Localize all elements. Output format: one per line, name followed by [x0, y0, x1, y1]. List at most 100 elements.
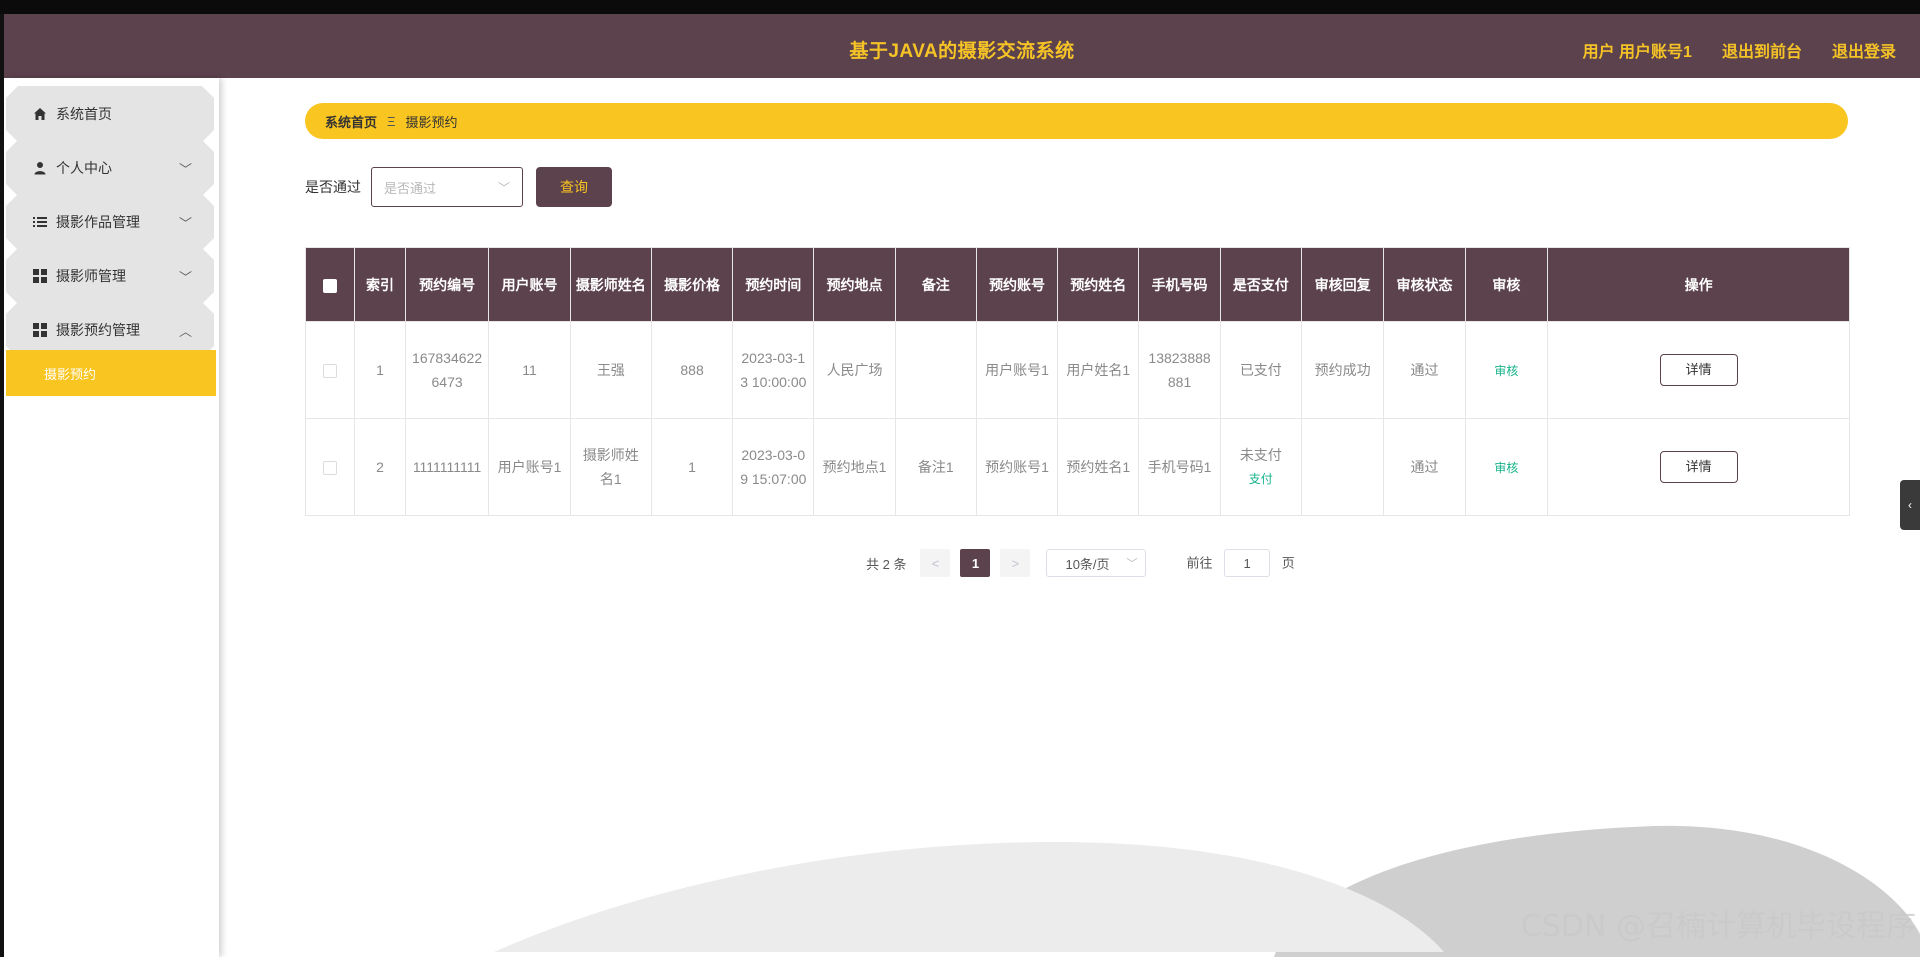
select-placeholder: 是否通过 [384, 180, 437, 196]
page-size-value: 10条/页 [1065, 556, 1110, 572]
column-header: 是否支付 [1219, 247, 1302, 322]
back-to-frontend-link[interactable]: 退出到前台 [1722, 38, 1802, 62]
approval-filter-select[interactable]: 是否通过 ﹀ [371, 167, 523, 207]
page-suffix: 页 [1281, 555, 1295, 571]
payment-status: 未支付 [1239, 447, 1282, 463]
column-header: 备注 [894, 247, 977, 322]
cell-price: 888 [650, 321, 734, 419]
cell-order-no: 1678346226473 [404, 321, 490, 419]
booking-table: 索引 预约编号 用户账号 摄影师姓名 摄影价格 预约时间 预约地点 备注 预约账… [304, 247, 1850, 516]
column-header: 手机号码 [1138, 247, 1221, 322]
header-links: 用户 用户账号1 退出到前台 退出登录 [1583, 38, 1896, 62]
column-header: 审核状态 [1383, 247, 1466, 322]
column-header: 预约编号 [404, 247, 490, 322]
logout-link[interactable]: 退出登录 [1832, 38, 1896, 62]
cell-book-name: 预约姓名1 [1057, 418, 1140, 516]
side-collapse-tab[interactable]: ‹ [1900, 480, 1920, 530]
goto-label: 前往 [1186, 555, 1213, 571]
prev-page-button[interactable]: < [920, 549, 951, 577]
sidebar-subitem-booking[interactable]: 摄影预约 [6, 350, 216, 396]
sidebar-item-label: 摄影师管理 [56, 268, 126, 284]
chevron-down-icon: ﹀ [1126, 558, 1138, 570]
cell-phone: 手机号码1 [1138, 418, 1221, 516]
cell-photographer: 摄影师姓名1 [569, 418, 652, 516]
cell-status: 通过 [1383, 321, 1466, 419]
window-top-strip [0, 0, 1920, 46]
row-select-cell[interactable] [304, 418, 356, 516]
cell-user-account: 11 [488, 321, 571, 419]
query-button[interactable]: 查询 [536, 167, 612, 207]
goto-page-input[interactable] [1224, 549, 1271, 577]
sidebar-item-label: 个人中心 [56, 160, 112, 176]
cell-reply: 预约成功 [1300, 321, 1385, 419]
cell-paid: 已支付 [1219, 321, 1302, 419]
cell-time: 2023-03-09 15:07:00 [732, 418, 815, 516]
cell-place: 预约地点1 [813, 418, 896, 516]
cell-book-account: 预约账号1 [975, 418, 1059, 516]
goto-page: 前往 页 [1186, 549, 1295, 577]
cell-remark: 备注1 [894, 418, 977, 516]
detail-button[interactable]: 详情 [1659, 451, 1738, 483]
current-user-link[interactable]: 用户 用户账号1 [1583, 38, 1692, 62]
cell-photographer: 王强 [569, 321, 652, 419]
home-icon [32, 106, 48, 122]
detail-button[interactable]: 详情 [1659, 354, 1738, 386]
sidebar-item-personal-center[interactable]: 个人中心 ﹀ [6, 140, 214, 196]
page-number-button[interactable]: 1 [960, 549, 991, 577]
select-all-cell[interactable] [304, 247, 356, 322]
next-page-button[interactable]: > [1000, 549, 1031, 577]
grid-icon [32, 268, 48, 284]
table-header-row: 索引 预约编号 用户账号 摄影师姓名 摄影价格 预约时间 预约地点 备注 预约账… [304, 247, 1850, 322]
app-window: 基于JAVA的摄影交流系统 用户 用户账号1 退出到前台 退出登录 系统首页 个… [4, 14, 1920, 957]
audit-link[interactable]: 审核 [1494, 364, 1518, 378]
cell-order-no: 1111111111 [404, 418, 490, 516]
cell-place: 人民广场 [813, 321, 896, 419]
payment-status: 已支付 [1239, 362, 1282, 378]
column-header: 用户账号 [488, 247, 571, 322]
breadcrumb: 系统首页 Ξ 摄影预约 [305, 103, 1848, 139]
cell-audit: 审核 [1464, 321, 1549, 419]
chevron-down-icon: ﹀ [178, 270, 192, 285]
audit-link[interactable]: 审核 [1494, 461, 1518, 475]
row-checkbox[interactable] [323, 364, 338, 379]
cell-index: 2 [354, 418, 406, 516]
sidebar-item-works-management[interactable]: 摄影作品管理 ﹀ [6, 194, 214, 250]
breadcrumb-home-link[interactable]: 系统首页 [325, 112, 377, 131]
pay-link[interactable]: 支付 [1227, 467, 1295, 491]
row-checkbox[interactable] [323, 461, 338, 476]
filter-label: 是否通过 [305, 179, 361, 195]
cell-remark [894, 321, 977, 419]
top-header: 基于JAVA的摄影交流系统 用户 用户账号1 退出到前台 退出登录 [4, 14, 1920, 78]
column-header: 预约账号 [975, 247, 1059, 322]
cell-time: 2023-03-13 10:00:00 [732, 321, 815, 419]
column-header: 审核回复 [1300, 247, 1385, 322]
row-select-cell[interactable] [304, 321, 356, 419]
cell-book-account: 用户账号1 [975, 321, 1059, 419]
cell-paid: 未支付 支付 [1219, 418, 1302, 516]
sidebar-item-photographer-management[interactable]: 摄影师管理 ﹀ [6, 248, 214, 304]
cell-index: 1 [354, 321, 406, 419]
page-size-select[interactable]: 10条/页 ﹀ [1046, 549, 1147, 577]
cell-status: 通过 [1383, 418, 1466, 516]
table-row: 1 1678346226473 11 王强 888 2023-03-13 10:… [304, 321, 1850, 419]
chevron-down-icon: ﹀ [178, 162, 192, 177]
select-all-checkbox[interactable] [323, 278, 338, 293]
csdn-watermark: CSDN @召楠计算机毕设程序 [1520, 909, 1916, 944]
column-header: 索引 [354, 247, 406, 322]
user-icon [32, 160, 48, 176]
column-header: 摄影价格 [650, 247, 734, 322]
column-header: 预约时间 [732, 247, 815, 322]
table-row: 2 1111111111 用户账号1 摄影师姓名1 1 2023-03-09 1… [304, 418, 1850, 516]
column-header: 操作 [1547, 247, 1850, 322]
chevron-down-icon: ﹀ [497, 181, 510, 195]
sidebar-item-label: 系统首页 [56, 106, 112, 122]
sidebar-item-home[interactable]: 系统首页 [6, 86, 214, 142]
sidebar-item-label: 摄影作品管理 [56, 214, 140, 230]
total-count: 共 2 条 [866, 556, 907, 572]
cell-price: 1 [650, 418, 734, 516]
cell-action: 详情 [1547, 418, 1850, 516]
column-header: 摄影师姓名 [569, 247, 652, 322]
breadcrumb-current: 摄影预约 [405, 114, 458, 130]
cell-audit: 审核 [1464, 418, 1549, 516]
cell-phone: 13823888881 [1138, 321, 1221, 419]
